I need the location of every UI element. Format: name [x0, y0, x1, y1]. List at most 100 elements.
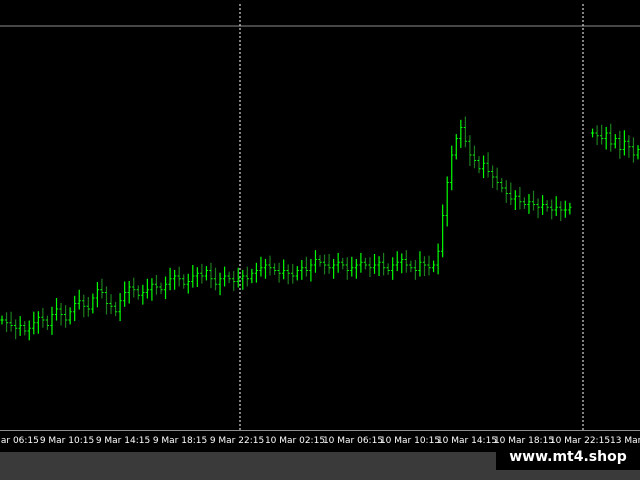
price-bar	[518, 186, 522, 210]
price-bar	[450, 145, 454, 191]
price-bar	[113, 301, 118, 317]
price-bar	[59, 302, 63, 326]
x-tick-label: Mar 06:15	[0, 436, 39, 446]
price-bar	[91, 293, 95, 314]
price-bar	[554, 196, 558, 217]
price-bar	[209, 262, 213, 289]
price-bar	[636, 145, 640, 160]
price-bar	[459, 119, 463, 148]
price-bar	[177, 266, 181, 287]
price-bar	[109, 294, 113, 314]
price-bar	[36, 311, 40, 334]
price-bar	[186, 273, 190, 294]
price-chart: Mar 06:159 Mar 10:159 Mar 14:159 Mar 18:…	[0, 4, 640, 446]
price-bar	[377, 256, 381, 276]
price-bar	[73, 295, 77, 322]
price-bar	[350, 256, 354, 277]
price-bar	[236, 267, 240, 288]
x-tick-label: 9 Mar 22:15	[210, 436, 264, 446]
price-bar	[163, 276, 168, 300]
price-bar	[18, 316, 22, 336]
price-bar	[354, 258, 358, 279]
price-bar	[77, 289, 81, 310]
price-bar	[191, 265, 195, 288]
price-bar	[568, 202, 572, 215]
price-bar	[368, 257, 372, 278]
price-bar	[154, 274, 159, 295]
price-bar	[631, 137, 636, 163]
price-bar	[0, 315, 4, 325]
price-bar	[600, 124, 604, 145]
x-tick-label: 10 Mar 14:15	[437, 436, 497, 446]
price-bar	[327, 254, 331, 274]
x-tick-label: 9 Mar 14:15	[96, 436, 150, 446]
price-bar	[272, 263, 277, 275]
price-bar	[486, 152, 490, 178]
price-bar	[463, 116, 467, 148]
price-bar	[227, 271, 231, 284]
price-bar	[513, 190, 517, 210]
price-bar	[141, 284, 145, 305]
price-bar	[413, 260, 417, 280]
price-bar	[304, 256, 308, 277]
price-bar	[118, 293, 122, 322]
price-bar	[418, 251, 422, 277]
price-bar	[213, 267, 218, 291]
price-bar	[182, 274, 186, 289]
price-bar	[318, 255, 322, 267]
price-bar	[500, 178, 504, 193]
price-bar	[277, 262, 281, 283]
price-bar	[145, 278, 149, 299]
price-bar	[45, 315, 50, 330]
price-bar	[431, 260, 436, 273]
price-bar	[254, 262, 258, 283]
price-bar	[477, 156, 481, 174]
price-bar	[263, 258, 268, 279]
price-bar	[127, 280, 131, 304]
price-bar	[604, 126, 608, 150]
price-bar	[268, 255, 272, 276]
price-bar	[159, 282, 163, 295]
price-bar	[241, 269, 245, 290]
price-bar	[454, 134, 458, 160]
price-bar	[259, 256, 263, 277]
price-bar	[422, 256, 427, 276]
price-bar	[468, 135, 472, 166]
price-bar	[50, 306, 54, 335]
price-bar	[136, 285, 140, 300]
price-bar	[386, 263, 390, 275]
x-tick-label: 10 Mar 02:15	[265, 436, 325, 446]
price-bar	[104, 286, 109, 315]
price-bar	[545, 200, 549, 212]
price-bar	[54, 298, 59, 321]
price-bar	[595, 125, 599, 146]
price-bar	[232, 271, 236, 291]
price-bar	[550, 199, 554, 220]
price-bar	[509, 182, 513, 206]
price-bar	[622, 130, 626, 156]
price-bar	[495, 167, 499, 191]
price-bar	[627, 135, 631, 158]
x-tick-label: 10 Mar 06:15	[323, 436, 383, 446]
price-bar	[481, 155, 486, 179]
price-bar	[41, 307, 45, 328]
price-bar	[363, 257, 368, 270]
price-bar	[541, 195, 545, 215]
price-bar	[286, 264, 290, 285]
price-bar	[563, 200, 567, 218]
price-bar	[436, 243, 440, 275]
price-bar	[372, 254, 377, 274]
price-bar	[95, 282, 99, 308]
price-bar	[472, 145, 477, 169]
price-bar	[391, 257, 395, 280]
price-bar	[82, 294, 86, 318]
price-bar	[150, 278, 154, 301]
price-bar	[250, 268, 254, 284]
price-bar	[409, 260, 413, 273]
price-bar	[522, 197, 527, 209]
price-bar	[291, 263, 295, 284]
price-bar	[300, 260, 304, 280]
price-bar	[313, 250, 318, 273]
price-bar	[341, 257, 345, 270]
price-bar	[536, 198, 540, 219]
